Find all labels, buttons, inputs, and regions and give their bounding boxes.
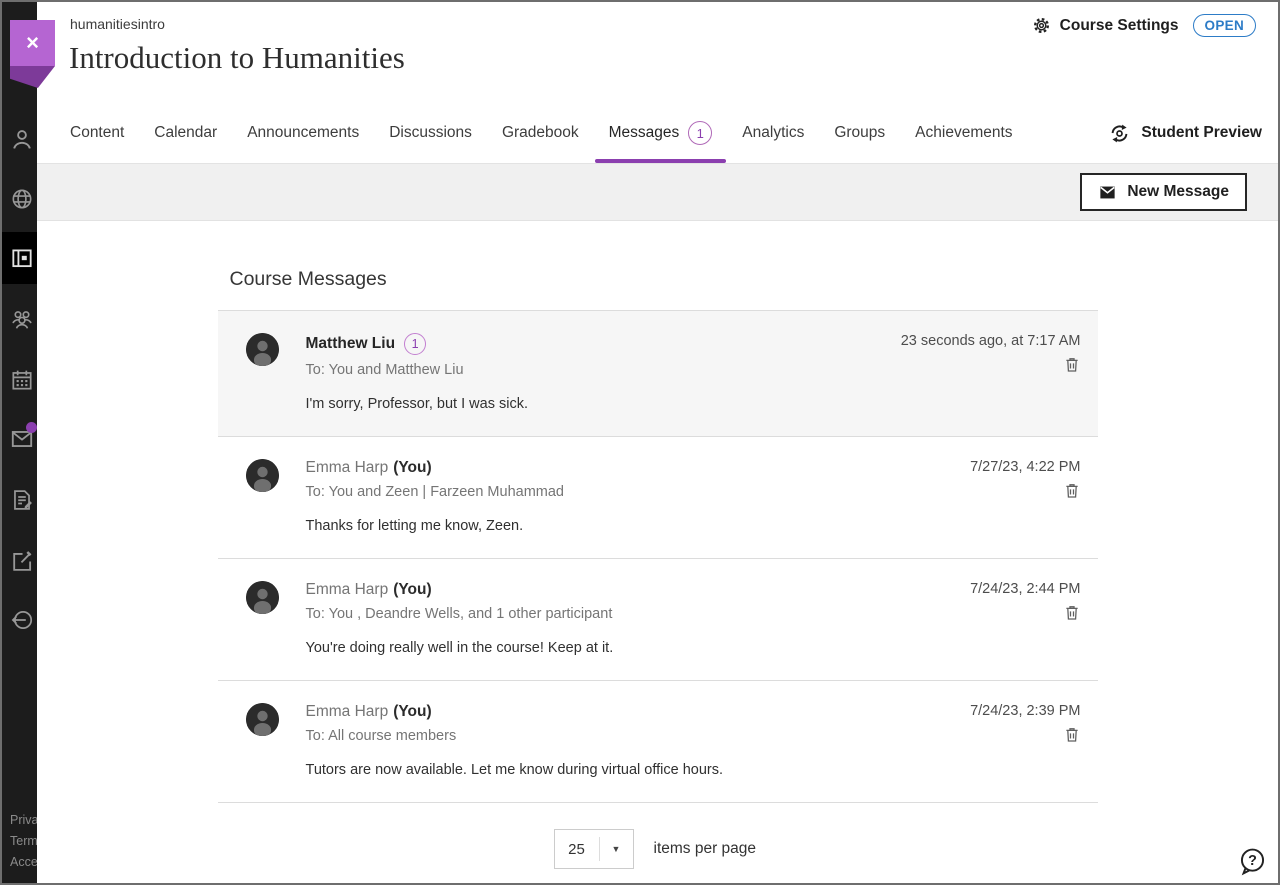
message-sender: Emma Harp <box>306 703 389 721</box>
groups-icon[interactable] <box>9 306 35 332</box>
close-icon[interactable]: × <box>10 20 55 66</box>
tab-calendar[interactable]: Calendar <box>140 103 231 163</box>
sign-out-icon[interactable] <box>9 607 35 633</box>
tab-analytics[interactable]: Analytics <box>728 103 818 163</box>
tab-achievements[interactable]: Achievements <box>901 103 1026 163</box>
trash-icon <box>1063 481 1081 500</box>
profile-icon[interactable] <box>9 126 35 152</box>
accessibility-link[interactable]: Accessibility <box>10 852 37 873</box>
message-sender: Emma Harp <box>306 459 389 477</box>
avatar <box>246 703 279 736</box>
tab-messages[interactable]: Messages 1 <box>595 103 727 163</box>
course-tabbar: Content Calendar Announcements Discussio… <box>37 103 1278 164</box>
course-page: humanitiesintro Introduction to Humaniti… <box>37 2 1278 883</box>
ribbon-tail <box>10 66 55 88</box>
delete-message-button[interactable] <box>1063 355 1081 374</box>
courses-icon[interactable] <box>9 245 35 271</box>
sender-you-suffix: (You) <box>393 459 431 477</box>
student-preview-button[interactable]: Student Preview <box>1108 103 1262 163</box>
items-per-page-value: 25 <box>555 841 599 858</box>
messages-action-bar: New Message <box>37 164 1278 221</box>
message-preview: I'm sorry, Professor, but I was sick. <box>306 396 901 412</box>
message-timestamp: 7/24/23, 2:39 PM <box>970 703 1080 719</box>
new-message-button[interactable]: New Message <box>1080 173 1247 211</box>
tools-edit-icon[interactable] <box>9 548 35 574</box>
message-preview: You're doing really well in the course! … <box>306 640 971 656</box>
close-course-ribbon[interactable]: × <box>10 20 55 88</box>
new-message-label: New Message <box>1127 183 1229 201</box>
delete-message-button[interactable] <box>1063 725 1081 744</box>
svg-text:?: ? <box>1248 853 1257 869</box>
message-row[interactable]: Emma Harp (You) To: All course members T… <box>218 681 1098 803</box>
trash-icon <box>1063 355 1081 374</box>
course-settings-button[interactable]: Course Settings <box>1032 16 1179 35</box>
chevron-down-icon: ▼ <box>600 844 633 854</box>
grades-icon[interactable] <box>9 487 35 513</box>
message-timestamp: 23 seconds ago, at 7:17 AM <box>901 333 1081 349</box>
course-status-badge[interactable]: OPEN <box>1193 14 1256 37</box>
unread-count-badge: 1 <box>404 333 426 355</box>
base-navigation-sidebar: Privacy Terms Accessibility <box>2 2 37 883</box>
sender-you-suffix: (You) <box>393 581 431 599</box>
message-timestamp: 7/27/23, 4:22 PM <box>970 459 1080 475</box>
message-preview: Tutors are now available. Let me know du… <box>306 762 971 778</box>
message-sender: Matthew Liu <box>306 335 396 353</box>
tab-discussions[interactable]: Discussions <box>375 103 486 163</box>
course-id: humanitiesintro <box>70 16 165 32</box>
trash-icon <box>1063 725 1081 744</box>
tab-content[interactable]: Content <box>56 103 138 163</box>
pagination: 25 ▼ items per page <box>554 829 1098 885</box>
gear-icon <box>1032 16 1051 35</box>
terms-link[interactable]: Terms <box>10 831 37 852</box>
student-preview-icon <box>1108 122 1131 145</box>
legal-links: Privacy Terms Accessibility <box>10 810 37 873</box>
delete-message-button[interactable] <box>1063 603 1081 622</box>
messages-notification-dot <box>26 422 37 433</box>
organizations-globe-icon[interactable] <box>9 186 35 212</box>
delete-message-button[interactable] <box>1063 481 1081 500</box>
messages-content: Course Messages Matthew Liu 1 To: You an… <box>37 221 1278 885</box>
avatar <box>246 459 279 492</box>
avatar <box>246 581 279 614</box>
message-timestamp: 7/24/23, 2:44 PM <box>970 581 1080 597</box>
privacy-link[interactable]: Privacy <box>10 810 37 831</box>
message-preview: Thanks for letting me know, Zeen. <box>306 518 971 534</box>
messages-count-badge: 1 <box>688 121 712 145</box>
tab-gradebook[interactable]: Gradebook <box>488 103 593 163</box>
calendar-icon[interactable] <box>9 367 35 393</box>
items-per-page-select[interactable]: 25 ▼ <box>554 829 634 869</box>
message-row[interactable]: Emma Harp (You) To: You , Deandre Wells,… <box>218 559 1098 681</box>
message-list: Matthew Liu 1 To: You and Matthew Liu I'… <box>218 310 1098 803</box>
course-settings-label: Course Settings <box>1060 17 1179 35</box>
help-button[interactable]: ? <box>1237 846 1268 877</box>
message-recipients: To: You and Zeen | Farzeen Muhammad <box>306 484 971 500</box>
student-preview-label: Student Preview <box>1141 124 1262 142</box>
items-per-page-label: items per page <box>654 840 757 858</box>
message-sender: Emma Harp <box>306 581 389 599</box>
sender-you-suffix: (You) <box>393 703 431 721</box>
message-recipients: To: You , Deandre Wells, and 1 other par… <box>306 606 971 622</box>
course-header: humanitiesintro Introduction to Humaniti… <box>37 2 1278 103</box>
trash-icon <box>1063 603 1081 622</box>
tab-announcements[interactable]: Announcements <box>233 103 373 163</box>
section-title: Course Messages <box>230 268 1098 291</box>
envelope-icon <box>1098 183 1117 202</box>
message-row[interactable]: Matthew Liu 1 To: You and Matthew Liu I'… <box>218 311 1098 437</box>
message-recipients: To: You and Matthew Liu <box>306 362 901 378</box>
message-row[interactable]: Emma Harp (You) To: You and Zeen | Farze… <box>218 437 1098 559</box>
avatar <box>246 333 279 366</box>
help-question-icon: ? <box>1237 846 1268 877</box>
tab-groups[interactable]: Groups <box>820 103 899 163</box>
message-recipients: To: All course members <box>306 728 971 744</box>
page-title: Introduction to Humanities <box>69 40 405 76</box>
